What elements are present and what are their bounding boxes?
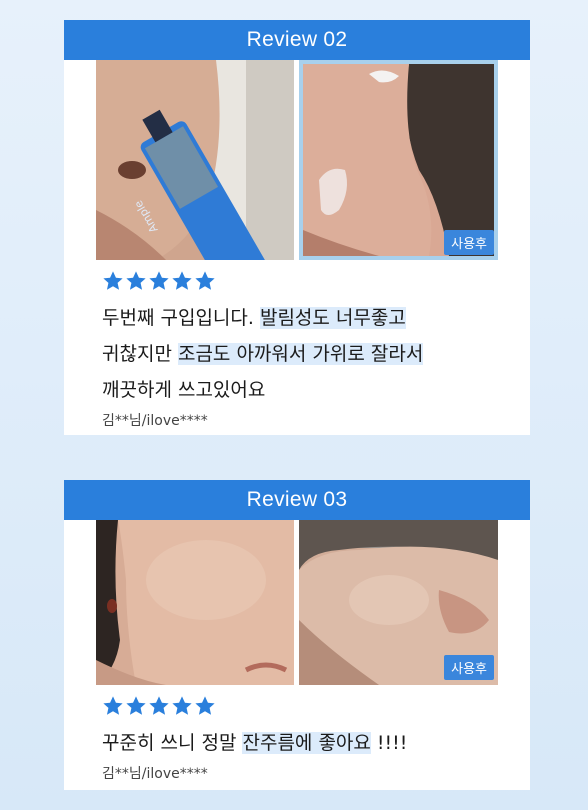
- star-icon: [172, 696, 192, 715]
- star-icon: [149, 271, 169, 290]
- review-text-plain: 귀찮지만: [102, 343, 178, 365]
- review-text-highlight: 발림성도 너무좋고: [259, 307, 406, 329]
- review-header: Review 03: [64, 480, 530, 520]
- review-text-plain: 깨끗하게 쓰고있어요: [102, 379, 266, 401]
- review-card-03: Review 03 사용후 꾸준히 쓰니 정말 잔주름에 좋아요 !!!! 김*…: [64, 480, 530, 790]
- star-icon: [195, 271, 215, 290]
- review-author: 김**님/ilove****: [102, 413, 208, 429]
- after-photo: 사용후: [299, 520, 498, 685]
- star-icon: [126, 271, 146, 290]
- star-icon: [103, 271, 123, 290]
- review-author: 김**님/ilove****: [102, 766, 208, 782]
- star-rating: [102, 695, 530, 719]
- before-photo: [96, 520, 294, 685]
- star-icon: [172, 271, 192, 290]
- after-badge: 사용후: [444, 655, 494, 680]
- review-text-plain: 두번째 구입입니다.: [102, 307, 260, 329]
- review-text: 꾸준히 쓰니 정말 잔주름에 좋아요 !!!!: [102, 725, 512, 761]
- after-photo: 사용후: [299, 60, 498, 260]
- star-rating: [102, 270, 530, 294]
- star-icon: [195, 696, 215, 715]
- review-text-highlight: 잔주름에 좋아요: [242, 732, 371, 754]
- after-badge: 사용후: [444, 230, 494, 255]
- review-header: Review 02: [64, 20, 530, 60]
- review-card-02: Review 02 Ample 사용후 두번째 구입입니다. 발림성도 너무좋고…: [64, 20, 530, 435]
- star-icon: [126, 696, 146, 715]
- review-text-plain: 꾸준히 쓰니 정말: [102, 732, 243, 754]
- review-text-highlight: 조금도 아까워서 가위로 잘라서: [177, 343, 424, 365]
- star-icon: [149, 696, 169, 715]
- before-photo: Ample: [96, 60, 294, 260]
- review-photos: Ample 사용후: [96, 60, 498, 260]
- star-icon: [103, 696, 123, 715]
- review-text: 두번째 구입입니다. 발림성도 너무좋고 귀찮지만 조금도 아까워서 가위로 잘…: [102, 300, 512, 408]
- review-text-plain: !!!!: [370, 732, 408, 754]
- review-photos: 사용후: [96, 520, 498, 685]
